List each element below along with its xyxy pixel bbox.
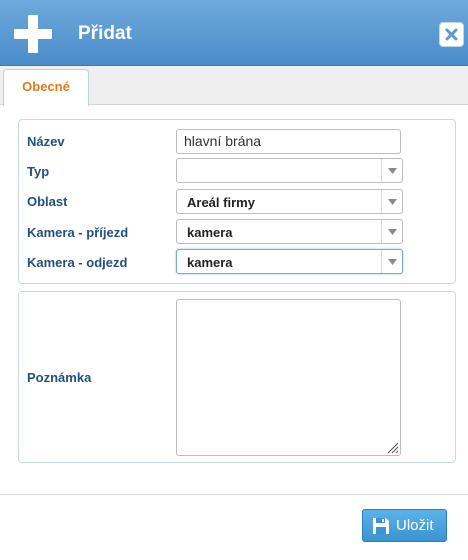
nazev-label: Název [27, 134, 65, 149]
tab-bar: Obecné [0, 66, 468, 106]
kamera-prijezd-label: Kamera - příjezd [27, 225, 129, 240]
floppy-disk-icon [373, 517, 389, 534]
oblast-select[interactable]: Areál firmy [176, 189, 403, 214]
poznamka-textarea[interactable] [176, 299, 401, 456]
kamera-odjezd-value: kamera [187, 255, 233, 270]
chevron-down-icon[interactable] [381, 250, 402, 273]
dialog-title: Přidat [78, 23, 132, 44]
typ-select[interactable] [176, 158, 403, 183]
chevron-down-icon[interactable] [381, 159, 402, 182]
oblast-label: Oblast [27, 194, 68, 209]
chevron-down-icon[interactable] [381, 190, 402, 213]
footer-divider [0, 494, 468, 495]
chevron-down-icon[interactable] [381, 220, 402, 243]
close-button[interactable] [439, 22, 464, 47]
kamera-prijezd-select[interactable]: kamera [176, 219, 403, 244]
kamera-odjezd-select[interactable]: kamera [176, 249, 403, 274]
plus-icon [14, 15, 52, 53]
kamera-prijezd-value: kamera [187, 225, 233, 240]
dialog-titlebar: Přidat [0, 0, 468, 66]
resize-grip-icon[interactable] [385, 440, 399, 454]
poznamka-label: Poznámka [27, 370, 92, 385]
nazev-input[interactable]: hlavní brána [176, 129, 401, 154]
oblast-value: Areál firmy [187, 195, 255, 210]
tab-obecne[interactable]: Obecné [3, 69, 89, 106]
add-dialog: Přidat Obecné Název hlavní brána Typ Obl… [0, 0, 468, 560]
typ-label: Typ [27, 164, 50, 179]
save-button[interactable]: Uložit [362, 509, 447, 542]
close-icon [445, 28, 458, 41]
save-button-label: Uložit [396, 517, 434, 534]
kamera-odjezd-label: Kamera - odjezd [27, 255, 128, 270]
